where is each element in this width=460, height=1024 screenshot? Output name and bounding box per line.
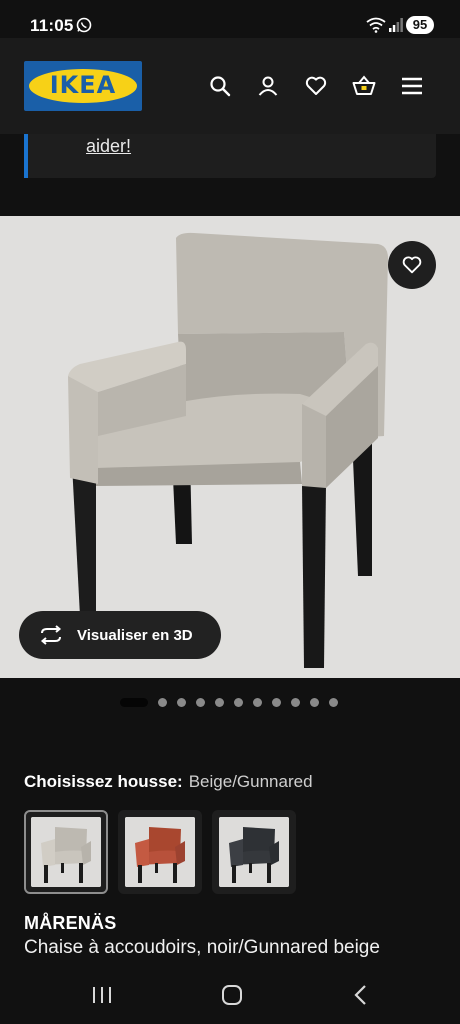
ikea-logo[interactable]: IKEA [24, 61, 142, 111]
carousel-dot-active[interactable] [120, 697, 148, 707]
heart-icon [402, 256, 422, 274]
carousel-dot[interactable] [158, 697, 167, 707]
swatch-chair-beige [31, 817, 101, 887]
help-card-accent [24, 134, 28, 178]
carousel-dot[interactable] [253, 697, 262, 707]
menu-icon[interactable] [400, 74, 424, 98]
carousel-dot[interactable] [196, 697, 205, 707]
favorite-button[interactable] [388, 241, 436, 289]
whatsapp-icon [76, 17, 92, 33]
user-icon[interactable] [256, 74, 280, 98]
site-header: IKEA [0, 38, 460, 134]
carousel-dot[interactable] [177, 697, 186, 707]
signal-icon [389, 18, 403, 32]
product-name: MÅRENÄS [24, 913, 117, 933]
home-icon[interactable] [220, 984, 244, 1006]
cover-swatch-red[interactable] [118, 810, 202, 894]
recent-apps-icon[interactable] [90, 984, 114, 1006]
carousel-dot[interactable] [329, 697, 338, 707]
logo-text: IKEA [49, 71, 117, 99]
product-image[interactable] [0, 216, 460, 678]
cover-selected-value: Beige/Gunnared [188, 772, 313, 791]
chair-photo [68, 232, 388, 668]
swatch-chair-dark-grey [219, 817, 289, 887]
help-card: aider! [24, 134, 436, 178]
basket-icon[interactable] [352, 74, 376, 98]
cover-swatch-dark-grey[interactable] [212, 810, 296, 894]
carousel-dot[interactable] [215, 697, 224, 707]
swatch-chair-red [125, 817, 195, 887]
help-link[interactable]: aider! [86, 136, 131, 157]
cover-selector-label: Choisissez housse: Beige/Gunnared [24, 772, 313, 792]
product-description: Chaise à accoudoirs, noir/Gunnared beige [24, 937, 380, 958]
back-icon[interactable] [350, 984, 374, 1006]
cover-swatch-beige[interactable] [24, 810, 108, 894]
carousel-dot[interactable] [310, 697, 319, 707]
view-3d-button[interactable]: Visualiser en 3D [19, 611, 221, 659]
rotate-3d-icon [40, 625, 62, 645]
heart-icon[interactable] [304, 74, 328, 98]
carousel-dot[interactable] [234, 697, 243, 707]
carousel-dot[interactable] [291, 697, 300, 707]
system-nav-bar [0, 966, 460, 1024]
status-time: 11:05 [30, 16, 74, 35]
search-icon[interactable] [208, 74, 232, 98]
battery-badge: 95 [406, 16, 434, 34]
cover-label-text: Choisissez housse: [24, 772, 183, 791]
wifi-icon [366, 17, 386, 33]
view-3d-label: Visualiser en 3D [77, 626, 193, 644]
carousel-dots[interactable] [120, 697, 348, 707]
carousel-dot[interactable] [272, 697, 281, 707]
